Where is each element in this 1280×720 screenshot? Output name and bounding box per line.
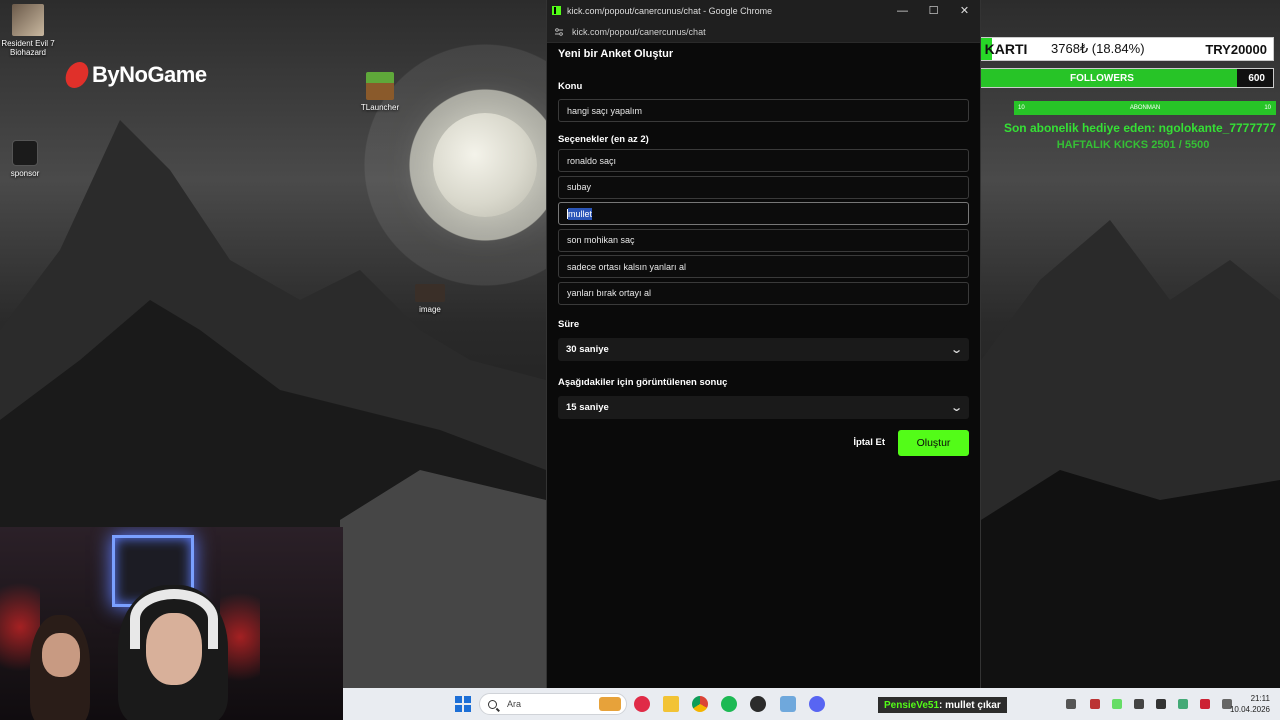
option-input-6[interactable]: yanları bırak ortayı al [558,281,969,305]
webcam-person-left [30,615,90,720]
tray-icon[interactable] [1178,699,1188,709]
last-gift-sub-text: Son abonelik hediye eden: ngolokante_777… [1003,121,1277,135]
create-poll-button[interactable]: Oluştur [898,429,969,456]
bynogame-logo-text: ByNoGame [92,62,207,87]
cancel-button[interactable]: İptal Et [853,437,885,448]
discord-icon[interactable] [809,696,825,712]
obs-icon[interactable] [750,696,766,712]
close-button[interactable]: ✕ [949,0,980,21]
bynogame-logo: ByNoGame [63,62,207,88]
chat-notification: PensieVe51 : mullet çıkar [878,697,1007,713]
option-input-5[interactable]: sadece ortası kalsın yanları al [558,255,969,279]
poll-form-title: Yeni bir Anket Oluştur [558,48,674,60]
clock-date: 10.04.2026 [1229,705,1270,714]
option-input-4[interactable]: son mohikan saç [558,228,969,252]
window-title: kick.com/popout/canercunus/chat - Google… [567,5,773,16]
minecraft-block-icon [366,72,394,100]
tray-icon[interactable] [1134,699,1144,709]
followers-label: FOLLOWERS [1070,73,1134,84]
option-value-selected: mullet [568,207,593,220]
webcam-feed [0,527,343,720]
topic-value: hangi saçı yapalım [567,105,643,116]
settings-icon[interactable] [780,696,796,712]
windows-start-icon[interactable] [455,696,471,712]
maximize-button[interactable]: ☐ [918,0,949,21]
duration-label: Süre [558,318,580,330]
desktop-icon-resident-evil[interactable]: Resident Evil 7 Biohazard [0,4,56,57]
subs-label: ABONMAN [1129,105,1161,111]
tray-icon[interactable] [1090,699,1100,709]
widget-icon[interactable] [599,697,621,711]
weekly-kicks-text: HAFTALIK KICKS 2501 / 5500 [1056,139,1210,151]
desktop-icon-image[interactable]: image [402,284,458,314]
sponsor-icon [12,140,38,166]
followers-goal: 600 [1248,73,1265,84]
site-info-icon[interactable] [554,27,564,37]
option-value: yanları bırak ortayı al [567,288,652,299]
option-input-2[interactable]: subay [558,175,969,199]
windows-taskbar: Ara PensieVe51 : mullet çıkar 21:11 10.0… [343,688,1280,720]
chevron-down-icon: ⌄ [949,343,963,356]
form-actions: İptal Et Oluştur [558,429,969,456]
tray-icon[interactable] [1066,699,1076,709]
address-bar[interactable]: kick.com/popout/canercunus/chat [547,21,980,43]
option-value: sadece ortası kalsın yanları al [567,261,687,272]
spotify-icon[interactable] [721,696,737,712]
option-input-1[interactable]: ronaldo saçı [558,149,969,172]
gpu-goal-value: 3768₺ (18.84%) [1051,41,1145,56]
options-label: Seçenekler (en az 2) [558,134,649,145]
desktop-icon-label: TLauncher [360,103,400,112]
topic-input[interactable]: hangi saçı yapalım [558,99,969,122]
tray-icon[interactable] [1112,699,1122,709]
system-tray: PensieVe51 : mullet çıkar 21:11 10.04.20… [878,688,1280,720]
file-explorer-icon[interactable] [663,696,679,712]
chat-username: PensieVe51 [884,699,940,711]
option-value: ronaldo saçı [567,155,617,166]
chrome-popup-window: kick.com/popout/canercunus/chat - Google… [546,0,981,688]
taskbar-clock[interactable]: 21:11 10.04.2026 [1230,693,1270,715]
clock-time: 21:11 [1250,694,1270,703]
tray-icon[interactable] [1200,699,1210,709]
poll-form: Yeni bir Anket Oluştur Konu hangi saçı y… [547,43,980,456]
option-input-3[interactable]: mullet [558,202,969,226]
options-list: ronaldo saçı subay mullet son mohikan sa… [558,149,969,305]
subs-goal-bar: 10 ABONMAN 10 [1014,101,1276,115]
image-thumbnail-icon [415,284,445,302]
result-display-select[interactable]: 15 saniye ⌄ [558,395,969,419]
desktop-icon-label: image [419,305,441,314]
moon [433,113,537,217]
result-display-label: Aşağıdakiler için görüntülenen sonuç [558,376,728,388]
followers-goal-bar: 537 FOLLOWERS 600 [930,68,1274,88]
topic-label: Konu [558,81,583,92]
subs-goal: 10 [1264,105,1271,111]
gpu-goal-target: TRY20000 [1205,41,1267,57]
desktop-icon-sponsor[interactable]: sponsor [0,140,53,178]
desktop-icon-label: sponsor [10,169,40,178]
option-value: son mohikan saç [567,235,635,246]
search-icon [488,699,497,709]
option-value: subay [567,182,592,193]
tray-icon[interactable] [1156,699,1166,709]
desktop-icon-tlauncher[interactable]: TLauncher [352,72,408,112]
webcam-person-right [118,585,228,720]
chrome-titlebar[interactable]: kick.com/popout/canercunus/chat - Google… [547,0,980,21]
url-text: kick.com/popout/canercunus/chat [572,26,706,37]
bynogame-logo-icon [63,62,91,88]
duration-value: 30 saniye [566,343,609,355]
game-icon [12,4,44,36]
duration-select[interactable]: 30 saniye ⌄ [558,337,969,361]
minimize-button[interactable]: — [887,0,918,21]
desktop-icon-label: Resident Evil 7 Biohazard [1,39,55,57]
result-display-value: 15 saniye [566,401,609,413]
kick-favicon-icon [552,6,561,15]
media-player-icon[interactable] [634,696,650,712]
chrome-icon[interactable] [692,696,708,712]
window-controls: — ☐ ✕ [887,0,980,21]
chat-message: : mullet çıkar [939,699,1001,711]
search-placeholder: Ara [507,699,522,709]
chevron-down-icon: ⌄ [949,401,963,414]
